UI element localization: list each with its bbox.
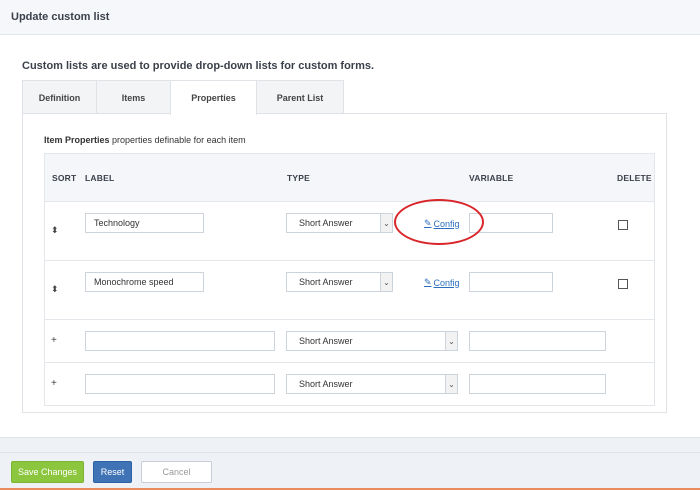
tab-items[interactable]: Items xyxy=(96,80,171,114)
type-select[interactable]: Short Answer ⌄ xyxy=(286,272,393,292)
item-properties-caption: Item Properties properties definable for… xyxy=(44,135,246,145)
chevron-down-icon: ⌄ xyxy=(380,273,392,291)
table-row: ⬍ Monochrome speed Short Answer ⌄ ✎ Confi… xyxy=(45,261,654,320)
delete-checkbox[interactable] xyxy=(618,279,628,289)
sort-handle-icon[interactable]: ⬍ xyxy=(51,284,59,295)
config-link-label: Config xyxy=(433,218,460,229)
plus-icon: + xyxy=(51,378,57,389)
new-type-select[interactable]: Short Answer ⌄ xyxy=(286,374,458,394)
page-title: Update custom list xyxy=(11,11,110,23)
type-select[interactable]: Short Answer ⌄ xyxy=(286,213,393,233)
save-changes-button[interactable]: Save Changes xyxy=(11,461,84,483)
column-sort: SORT xyxy=(52,173,77,183)
config-link[interactable]: ✎ Config xyxy=(424,277,460,288)
action-footer: Save Changes Reset Cancel xyxy=(0,452,700,490)
table-row: ⬍ Technology Short Answer ⌄ ✎ Config xyxy=(45,202,654,261)
item-properties-description: properties definable for each item xyxy=(109,135,246,145)
new-variable-input[interactable] xyxy=(469,331,606,351)
new-variable-input[interactable] xyxy=(469,374,606,394)
type-select-value: Short Answer xyxy=(299,379,353,389)
plus-icon: + xyxy=(51,335,57,346)
tab-definition[interactable]: Definition xyxy=(22,80,97,114)
reset-button[interactable]: Reset xyxy=(93,461,132,483)
new-label-input[interactable] xyxy=(85,331,275,351)
type-select-value: Short Answer xyxy=(299,277,353,287)
table-row-new: + Short Answer ⌄ xyxy=(45,320,654,363)
new-label-input[interactable] xyxy=(85,374,275,394)
variable-input[interactable] xyxy=(469,213,553,233)
table-row-new: + Short Answer ⌄ xyxy=(45,363,654,405)
item-properties-title: Item Properties xyxy=(44,135,110,145)
chevron-down-icon: ⌄ xyxy=(445,332,457,350)
type-select-value: Short Answer xyxy=(299,218,353,228)
delete-checkbox[interactable] xyxy=(618,220,628,230)
panel-subtitle: Custom lists are used to provide drop-do… xyxy=(22,60,375,72)
column-label: LABEL xyxy=(85,173,115,183)
label-input[interactable]: Technology xyxy=(85,213,204,233)
variable-input[interactable] xyxy=(469,272,553,292)
cancel-button[interactable]: Cancel xyxy=(141,461,212,483)
properties-table: SORT LABEL TYPE VARIABLE DELETE ⬍ Techno… xyxy=(44,153,655,406)
config-link[interactable]: ✎ Config xyxy=(424,218,460,229)
column-variable: VARIABLE xyxy=(469,173,514,183)
config-link-label: Config xyxy=(433,277,460,288)
label-input[interactable]: Monochrome speed xyxy=(85,272,204,292)
tab-parent-list[interactable]: Parent List xyxy=(256,80,344,114)
column-delete: DELETE xyxy=(617,173,652,183)
page-header: Update custom list xyxy=(0,0,700,35)
chevron-down-icon: ⌄ xyxy=(380,214,392,232)
edit-icon: ✎ xyxy=(424,277,432,287)
chevron-down-icon: ⌄ xyxy=(445,375,457,393)
edit-icon: ✎ xyxy=(424,218,432,228)
column-type: TYPE xyxy=(287,173,311,183)
type-select-value: Short Answer xyxy=(299,336,353,346)
sort-handle-icon[interactable]: ⬍ xyxy=(51,225,59,236)
tab-properties[interactable]: Properties xyxy=(170,80,257,115)
table-header: SORT LABEL TYPE VARIABLE DELETE xyxy=(45,154,654,202)
new-type-select[interactable]: Short Answer ⌄ xyxy=(286,331,458,351)
